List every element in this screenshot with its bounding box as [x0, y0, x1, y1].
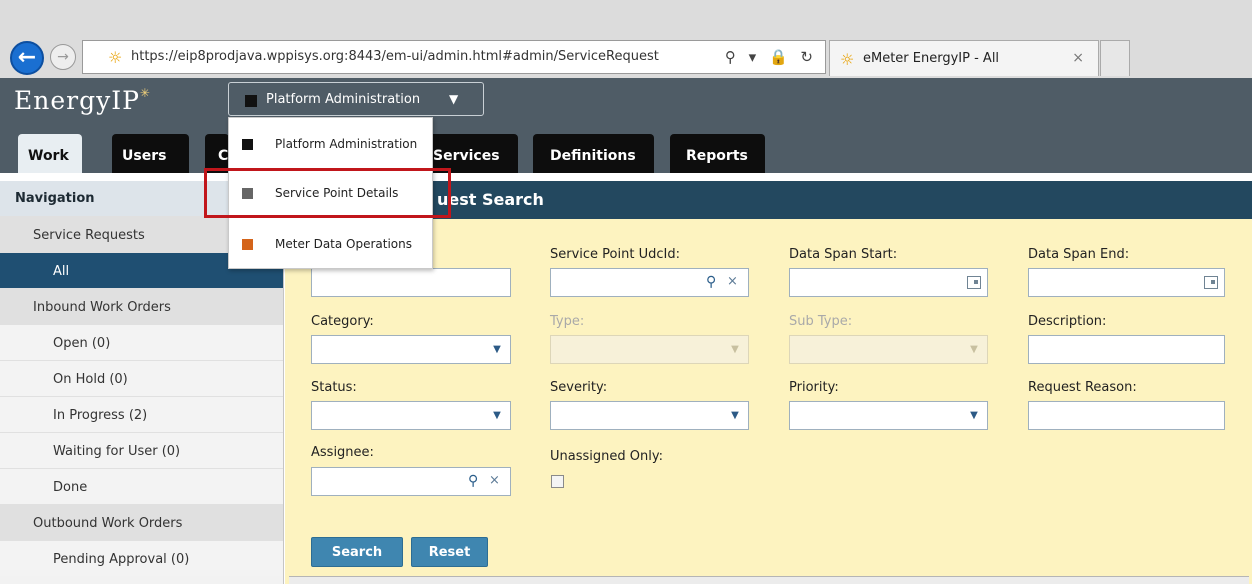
square-icon	[242, 139, 253, 150]
sidebar-item-inbound-work-orders[interactable]: Inbound Work Orders	[0, 288, 283, 324]
type-label: Type:	[550, 314, 585, 329]
severity-select[interactable]: ▼	[550, 401, 749, 430]
app-square-icon	[245, 95, 257, 107]
sub-type-label: Sub Type:	[789, 314, 853, 329]
search-icon[interactable]: ⚲	[468, 473, 478, 489]
status-label: Status:	[311, 380, 357, 395]
type-select: ▼	[550, 335, 749, 364]
search-button[interactable]: Search	[311, 537, 403, 567]
chevron-down-icon: ▼	[731, 344, 739, 355]
sidebar-item-in-progress[interactable]: In Progress (2)	[0, 396, 283, 432]
priority-label: Priority:	[789, 380, 839, 395]
data-span-start-field[interactable]	[789, 268, 988, 297]
sidebar-item-on-hold[interactable]: On Hold (0)	[0, 360, 283, 396]
calendar-icon[interactable]	[1204, 276, 1218, 289]
chevron-down-icon[interactable]: ▼	[487, 405, 507, 426]
chevron-down-icon: ▼	[449, 92, 459, 106]
forward-arrow-icon[interactable]: →	[50, 44, 76, 70]
service-point-field[interactable]: ⚲ ×	[550, 268, 749, 297]
request-reason-label: Request Reason:	[1028, 380, 1137, 395]
address-bar-tools[interactable]: ⚲ ▾ 🔒 ↻	[725, 48, 817, 66]
url-text[interactable]: https://eip8prodjava.wppisys.org:8443/em…	[131, 49, 659, 64]
app-selector-label: Platform Administration	[266, 92, 421, 107]
assignee-field[interactable]: ⚲ ×	[311, 467, 511, 496]
sidebar-item-open[interactable]: Open (0)	[0, 324, 283, 360]
assignee-label: Assignee:	[311, 445, 374, 460]
back-arrow-icon[interactable]: ←	[10, 41, 44, 75]
status-select[interactable]: ▼	[311, 401, 511, 430]
unassigned-only-label: Unassigned Only:	[550, 449, 663, 464]
new-tab-button[interactable]	[1100, 40, 1130, 76]
logo-spark-icon: ✳	[139, 86, 151, 100]
menu-item-label: Platform Administration	[275, 137, 418, 151]
browser-tab[interactable]: ☼ eMeter EnergyIP - All ×	[829, 40, 1099, 76]
square-icon	[242, 239, 253, 250]
tab-work[interactable]: Work	[18, 134, 82, 173]
data-span-end-field[interactable]	[1028, 268, 1225, 297]
unassigned-only-checkbox[interactable]	[551, 475, 564, 488]
tab-title: eMeter EnergyIP - All	[863, 51, 1000, 66]
priority-select[interactable]: ▼	[789, 401, 988, 430]
site-favicon-icon: ☼	[108, 48, 123, 67]
browser-chrome: ← → ☼ https://eip8prodjava.wppisys.org:8…	[0, 0, 1252, 78]
chevron-down-icon: ▼	[970, 344, 978, 355]
description-label: Description:	[1028, 314, 1107, 329]
chevron-down-icon[interactable]: ▼	[487, 339, 507, 360]
menu-item-meter-data-operations[interactable]: Meter Data Operations	[229, 226, 434, 266]
data-span-end-label: Data Span End:	[1028, 247, 1130, 262]
menu-item-label: Meter Data Operations	[275, 237, 413, 251]
close-icon[interactable]: ×	[1072, 50, 1084, 66]
sidebar-item-waiting-for-user[interactable]: Waiting for User (0)	[0, 432, 283, 468]
clear-icon[interactable]: ×	[489, 473, 500, 488]
tab-reports[interactable]: Reports	[670, 134, 765, 173]
page-title: uest Search	[437, 190, 544, 209]
clear-icon[interactable]: ×	[727, 274, 738, 289]
description-field[interactable]	[1028, 335, 1225, 364]
tab-users[interactable]: Users	[112, 134, 189, 173]
sidebar-item-done[interactable]: Done	[0, 468, 283, 504]
category-select[interactable]: ▼	[311, 335, 511, 364]
app-header: EnergyIP✳ Platform Administration ▼ Work…	[0, 78, 1252, 173]
app-selector[interactable]: Platform Administration ▼	[228, 82, 484, 116]
request-reason-field[interactable]	[1028, 401, 1225, 430]
results-grid-header	[289, 576, 1249, 584]
search-icon[interactable]: ⚲	[706, 274, 716, 290]
menu-item-platform-administration[interactable]: Platform Administration	[229, 126, 434, 166]
tab-favicon-icon: ☼	[840, 50, 855, 69]
calendar-icon[interactable]	[967, 276, 981, 289]
severity-label: Severity:	[550, 380, 608, 395]
reset-button[interactable]: Reset	[411, 537, 488, 567]
app-logo: EnergyIP✳	[14, 86, 151, 115]
sidebar-item-outbound-work-orders[interactable]: Outbound Work Orders	[0, 504, 283, 540]
tab-definitions[interactable]: Definitions	[533, 134, 654, 173]
sidebar-item-pending-approval[interactable]: Pending Approval (0)	[0, 540, 283, 576]
data-span-start-label: Data Span Start:	[789, 247, 898, 262]
request-id-field[interactable]	[311, 268, 511, 297]
highlight-box	[204, 168, 451, 218]
sub-type-select: ▼	[789, 335, 988, 364]
chevron-down-icon[interactable]: ▼	[964, 405, 984, 426]
category-label: Category:	[311, 314, 374, 329]
address-bar[interactable]: ☼ https://eip8prodjava.wppisys.org:8443/…	[82, 40, 826, 74]
chevron-down-icon[interactable]: ▼	[725, 405, 745, 426]
service-point-label: Service Point UdcId:	[550, 247, 680, 262]
